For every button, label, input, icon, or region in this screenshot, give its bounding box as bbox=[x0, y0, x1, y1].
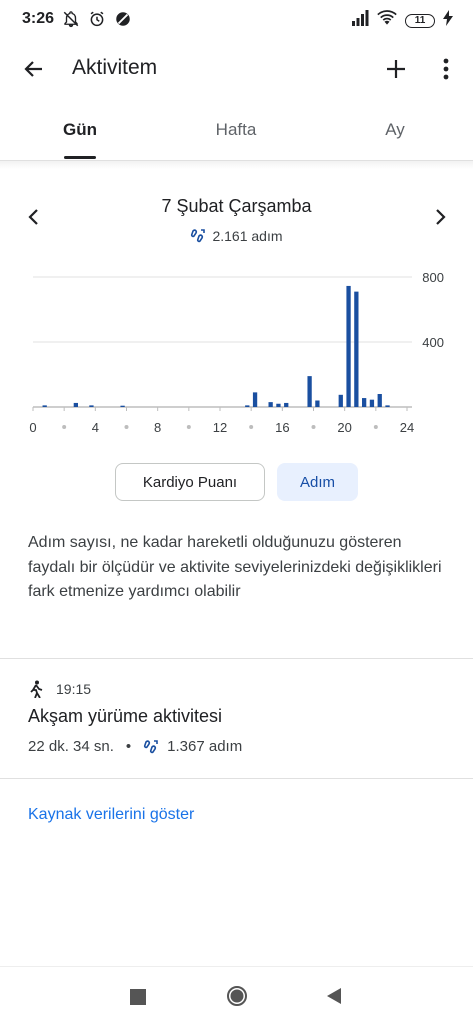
x-tick-label: 12 bbox=[213, 420, 227, 435]
step-bar bbox=[362, 398, 367, 407]
home-circle-icon bbox=[227, 986, 247, 1006]
x-tick-dot bbox=[186, 425, 191, 429]
x-tick-dot bbox=[311, 425, 316, 429]
back-nav-button[interactable] bbox=[325, 987, 343, 1005]
date-steps: 2.161 adım bbox=[212, 228, 283, 244]
step-bar bbox=[42, 405, 47, 407]
x-tick-label: 4 bbox=[92, 420, 99, 435]
step-bar bbox=[89, 405, 94, 407]
arrow-back-icon bbox=[24, 61, 42, 77]
tab-shadow bbox=[0, 161, 473, 169]
tab-month[interactable]: Ay bbox=[370, 120, 420, 140]
cardio-points-toggle[interactable]: Kardiyo Puanı bbox=[115, 463, 265, 501]
divider bbox=[0, 778, 473, 779]
active-tab-indicator bbox=[64, 156, 96, 159]
status-time: 3:26 bbox=[22, 10, 55, 27]
battery-indicator: 11 bbox=[405, 13, 435, 28]
steps-icon bbox=[191, 229, 206, 243]
step-bar bbox=[268, 402, 273, 407]
steps-chart: 0 4 8 12 16 20 24 400 800 bbox=[29, 270, 444, 435]
period-tabs: Gün Hafta Ay bbox=[0, 100, 473, 161]
back-triangle-icon bbox=[327, 988, 341, 1004]
x-tick-label: 8 bbox=[154, 420, 161, 435]
date-title: 7 Şubat Çarşamba bbox=[161, 196, 312, 216]
activity-time: 19:15 bbox=[56, 681, 92, 697]
home-button[interactable] bbox=[226, 985, 248, 1007]
x-tick-dot bbox=[373, 425, 378, 429]
activity-time-row: 19:15 bbox=[28, 680, 91, 698]
activity-steps: 1.367 adım bbox=[167, 738, 243, 755]
system-nav-bar bbox=[0, 966, 473, 1025]
steps-toggle[interactable]: Adım bbox=[277, 463, 358, 501]
wifi-icon bbox=[377, 10, 397, 31]
step-bar bbox=[315, 400, 320, 407]
x-tick-label: 16 bbox=[275, 420, 289, 435]
y-tick-label: 800 bbox=[422, 270, 444, 285]
step-bar bbox=[377, 394, 382, 407]
step-bar bbox=[120, 405, 125, 407]
steps-description: Adım sayısı, ne kadar hareketli olduğunu… bbox=[28, 534, 442, 600]
step-bar bbox=[307, 376, 312, 407]
back-button[interactable] bbox=[14, 49, 54, 89]
y-tick-label: 400 bbox=[422, 335, 444, 350]
mute-notifications-icon bbox=[62, 10, 80, 33]
date-steps-summary: 2.161 adım bbox=[0, 228, 473, 244]
x-tick-label: 24 bbox=[400, 420, 414, 435]
next-day-button[interactable] bbox=[428, 205, 452, 229]
recents-button[interactable] bbox=[130, 989, 146, 1005]
meta-separator: • bbox=[125, 738, 132, 755]
data-saver-icon bbox=[114, 10, 132, 33]
chevron-right-icon bbox=[436, 209, 446, 225]
step-bar bbox=[354, 291, 359, 407]
step-bar bbox=[346, 285, 351, 407]
step-bar bbox=[276, 403, 281, 407]
add-button[interactable] bbox=[376, 49, 416, 89]
x-tick-label: 0 bbox=[29, 420, 36, 435]
divider bbox=[0, 658, 473, 659]
step-bar bbox=[338, 394, 343, 407]
tab-day[interactable]: Gün bbox=[50, 120, 110, 140]
x-tick-dot bbox=[62, 425, 67, 429]
step-bar bbox=[245, 405, 250, 407]
status-bar: 3:26 11 bbox=[0, 0, 473, 40]
activity-title[interactable]: Akşam yürüme aktivitesi bbox=[28, 706, 222, 727]
step-bar bbox=[385, 405, 390, 407]
app-bar: Aktivitem bbox=[0, 40, 473, 100]
signal-icon bbox=[351, 10, 369, 31]
steps-icon bbox=[144, 739, 158, 753]
step-bar bbox=[73, 402, 78, 407]
x-tick-label: 20 bbox=[337, 420, 351, 435]
more-options-button[interactable] bbox=[426, 49, 466, 89]
step-bar bbox=[284, 402, 289, 407]
plus-icon bbox=[387, 60, 405, 78]
step-bar bbox=[252, 392, 258, 407]
x-tick-dot bbox=[249, 425, 254, 429]
activity-duration: 22 dk. 34 sn. bbox=[28, 738, 114, 755]
show-source-data-link[interactable]: Kaynak verilerini göster bbox=[28, 806, 194, 824]
x-tick-dot bbox=[124, 425, 129, 429]
walking-icon bbox=[30, 680, 43, 698]
alarm-icon bbox=[88, 10, 106, 33]
page-title: Aktivitem bbox=[72, 56, 158, 79]
more-vert-icon bbox=[443, 58, 449, 80]
charging-icon bbox=[443, 10, 453, 31]
step-bar bbox=[369, 399, 375, 407]
activity-meta: 22 dk. 34 sn. • 1.367 adım bbox=[28, 738, 242, 755]
tab-week[interactable]: Hafta bbox=[200, 120, 272, 140]
